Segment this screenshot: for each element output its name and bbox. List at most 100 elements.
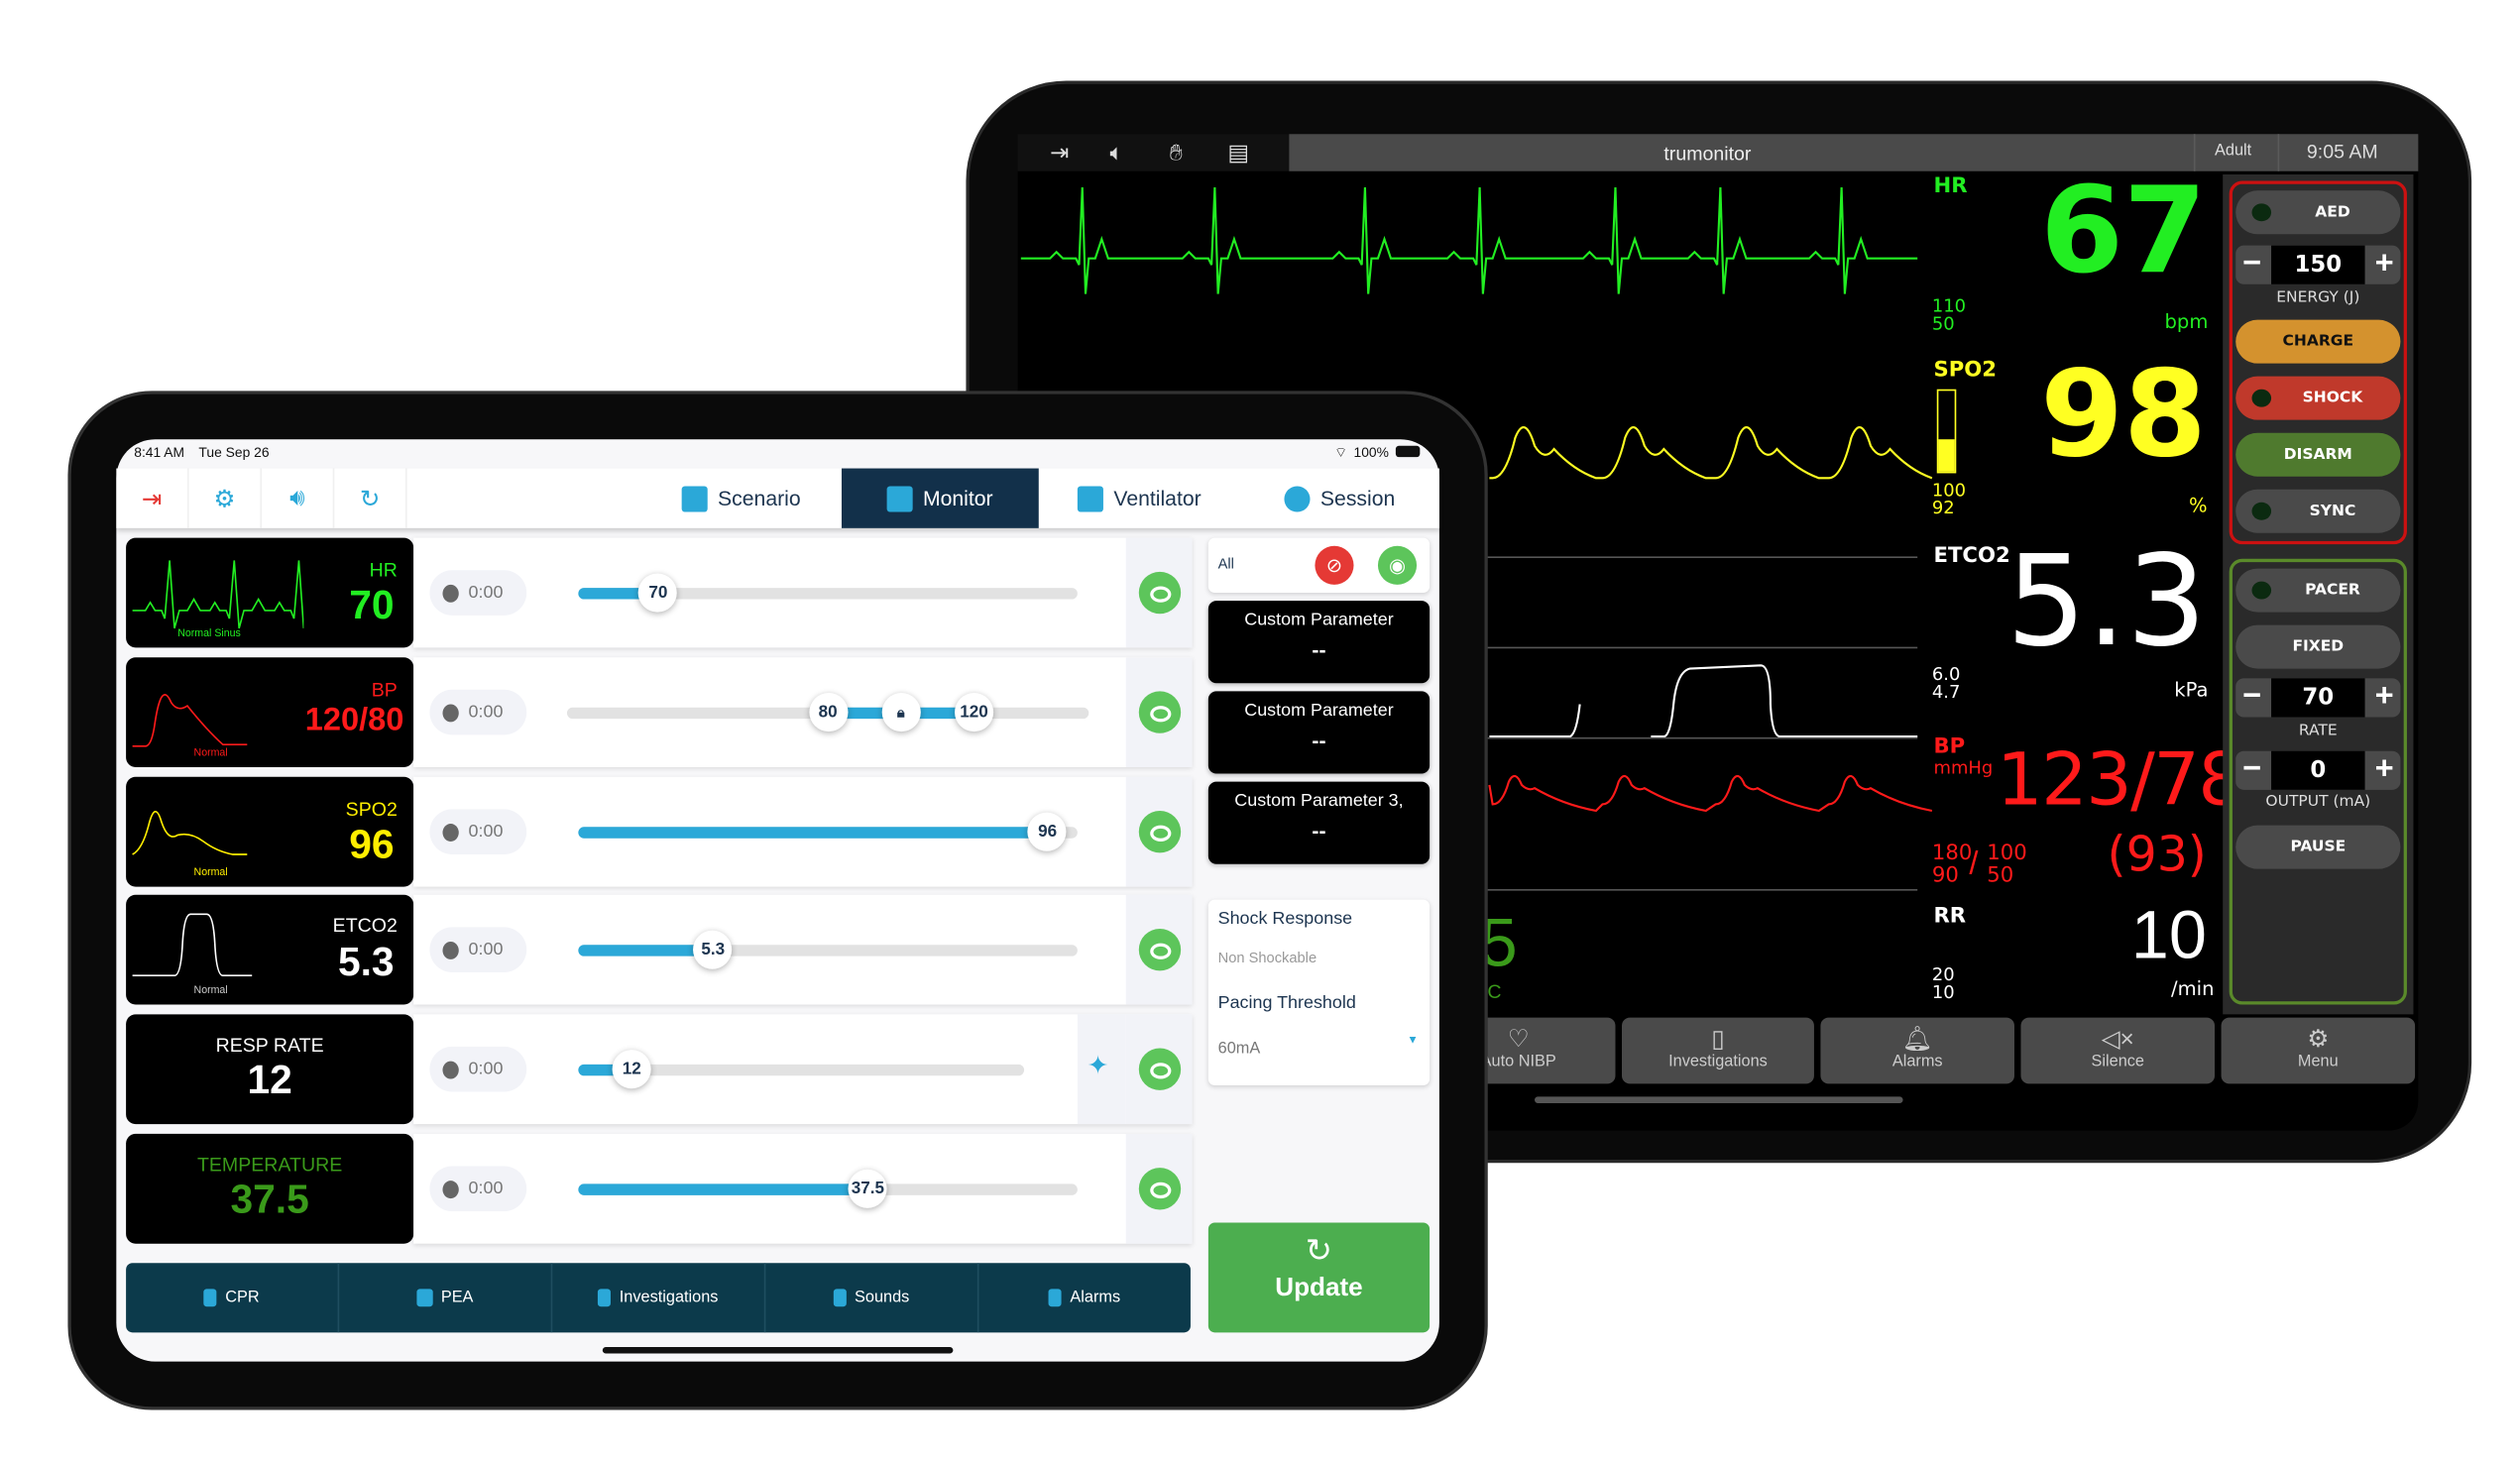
spo2-high-limit: 100: [1931, 479, 1967, 502]
monitor-icon: [887, 485, 914, 511]
bell-icon: [1049, 1289, 1063, 1307]
temp-card[interactable]: TEMPERATURE 37.5: [126, 1133, 414, 1244]
divider: [2277, 134, 2280, 171]
sync-button[interactable]: SYNC: [2235, 489, 2401, 533]
hr-card-value: 70: [349, 583, 395, 628]
monitor-investigations-button[interactable]: ▯ Investigations: [1622, 1017, 1814, 1084]
alarms-button[interactable]: Alarms: [978, 1263, 1190, 1332]
rr-visibility-eye-icon[interactable]: [1138, 1048, 1182, 1090]
custom-parameter-card[interactable]: Custom Parameter --: [1207, 691, 1431, 774]
hr-card[interactable]: HR 70 Normal Sinus: [126, 537, 414, 648]
tab-scenario[interactable]: Scenario: [643, 469, 841, 528]
lock-icon[interactable]: 🔒︎: [881, 693, 921, 732]
tab-ventilator[interactable]: Ventilator: [1040, 469, 1238, 528]
spo2-waveform: [1489, 426, 1933, 480]
output-plus-button[interactable]: +: [2368, 751, 2401, 790]
hr-label: HR: [1933, 173, 1968, 199]
silence-button[interactable]: ◁× Silence: [2020, 1017, 2216, 1084]
bp-timer[interactable]: 0:00: [429, 689, 527, 735]
pause-button[interactable]: PAUSE: [2235, 825, 2401, 869]
aed-led-icon: [2251, 203, 2272, 222]
gear-icon: ⚙︎: [2307, 1025, 2330, 1054]
cpr-hands-icon[interactable]: ✋︎: [1170, 139, 1183, 167]
exit-icon[interactable]: ⇥: [116, 468, 189, 528]
disarm-button[interactable]: DISARM: [2235, 432, 2401, 477]
etco2-timer[interactable]: 0:00: [429, 927, 527, 972]
rr-label: RR: [1933, 904, 1967, 929]
bp-visibility-eye-icon[interactable]: [1138, 691, 1182, 733]
speaker-icon[interactable]: 🔈︎: [1109, 139, 1123, 167]
hr-visibility-eye-icon[interactable]: [1138, 571, 1182, 615]
menu-button[interactable]: ⚙︎ Menu: [2221, 1017, 2416, 1084]
temp-visibility-eye-icon[interactable]: [1138, 1168, 1182, 1210]
pacer-mode-button[interactable]: FIXED: [2235, 624, 2401, 669]
sounds-button[interactable]: Sounds: [765, 1263, 979, 1333]
hide-all-icon[interactable]: ⊘: [1315, 545, 1354, 585]
spo2-unit: %: [2188, 494, 2208, 517]
charge-button[interactable]: CHARGE: [2235, 319, 2401, 364]
spo2-timer[interactable]: 0:00: [429, 809, 527, 855]
bp-value: 123/78: [1997, 736, 2244, 823]
rr-card[interactable]: RESP RATE 12: [126, 1014, 414, 1125]
bp-card-value: 120/80: [304, 702, 404, 738]
rate-stepper: −70 +: [2235, 678, 2401, 718]
custom-parameter-card[interactable]: Custom Parameter 3, --: [1207, 781, 1431, 864]
stopwatch-icon: [442, 703, 459, 722]
show-all-icon[interactable]: ◉: [1377, 545, 1418, 585]
investigations-button[interactable]: Investigations: [552, 1263, 766, 1333]
etco2-unit: kPa: [2174, 678, 2209, 702]
exit-icon[interactable]: ⇥: [1050, 139, 1069, 167]
rate-label: RATE: [2298, 722, 2338, 740]
energy-plus-button[interactable]: +: [2368, 246, 2401, 284]
rr-timer[interactable]: 0:00: [429, 1046, 527, 1092]
custom-parameter-card[interactable]: Custom Parameter --: [1207, 601, 1431, 684]
gear-icon[interactable]: ⚙︎: [189, 468, 262, 528]
energy-value: 150: [2271, 245, 2365, 284]
temp-timer[interactable]: 0:00: [429, 1166, 527, 1212]
aed-button[interactable]: AED: [2235, 190, 2401, 235]
sparkle-icon[interactable]: ✦: [1088, 1050, 1109, 1082]
pea-button[interactable]: PEA: [339, 1263, 553, 1333]
rhythm-settings-card: Shock Response Non Shockable Pacing Thre…: [1207, 899, 1431, 1086]
rate-plus-button[interactable]: +: [2368, 678, 2401, 717]
etco2-card[interactable]: ETCO2 5.3 Normal: [126, 894, 414, 1005]
speaker-icon[interactable]: 🔊︎: [262, 468, 335, 528]
pacer-button[interactable]: PACER: [2235, 568, 2401, 613]
refresh-icon[interactable]: ↻: [334, 468, 407, 528]
bp-card[interactable]: BP 120/80 Normal: [126, 657, 414, 768]
spo2-visibility-eye-icon[interactable]: [1138, 811, 1182, 853]
visibility-filter: All ⊘ ◉: [1207, 537, 1431, 594]
bp-mini-waveform-path: [132, 694, 248, 747]
stopwatch-icon: [442, 584, 459, 602]
hr-value: 67: [2040, 161, 2207, 301]
spo2-card-value: 96: [349, 822, 395, 868]
energy-minus-button[interactable]: −: [2235, 246, 2268, 284]
spo2-card[interactable]: SPO2 96 Normal: [126, 776, 414, 887]
etco2-visibility-eye-icon[interactable]: [1138, 928, 1182, 971]
temp-slider-fill: [578, 1183, 868, 1195]
hand-icon: [204, 1289, 218, 1307]
bp-diastolic-thumb[interactable]: 80: [808, 693, 848, 732]
tab-monitor[interactable]: Monitor: [841, 468, 1039, 528]
clipboard-icon[interactable]: ▤: [1227, 139, 1249, 167]
filter-label[interactable]: All: [1218, 556, 1234, 572]
shock-response-value[interactable]: Non Shockable: [1218, 950, 1317, 965]
rr-card-label: RESP RATE: [215, 1033, 324, 1057]
pacing-threshold-select[interactable]: 60mA ▼: [1218, 1032, 1419, 1059]
update-button[interactable]: ↻ Update: [1207, 1222, 1431, 1333]
etco2-card-label: ETCO2: [332, 914, 398, 938]
bp-systolic-thumb[interactable]: 120: [954, 693, 994, 732]
sync-led-icon: [2251, 502, 2272, 520]
speaker-mute-icon: ◁×: [2101, 1025, 2134, 1054]
cpr-button[interactable]: CPR: [126, 1263, 340, 1333]
rate-minus-button[interactable]: −: [2235, 678, 2268, 717]
rr-slider-thumb[interactable]: 12: [612, 1050, 651, 1089]
patient-type[interactable]: Adult: [2215, 142, 2251, 160]
shock-button[interactable]: SHOCK: [2235, 376, 2401, 420]
spo2-card-label: SPO2: [345, 797, 398, 821]
tab-session[interactable]: Session: [1240, 469, 1438, 528]
output-minus-button[interactable]: −: [2235, 751, 2268, 790]
monitor-alarms-button[interactable]: 🔔︎ Alarms: [1820, 1017, 2014, 1084]
bp-label: BP: [1933, 734, 1966, 759]
hr-timer[interactable]: 0:00: [429, 570, 527, 616]
